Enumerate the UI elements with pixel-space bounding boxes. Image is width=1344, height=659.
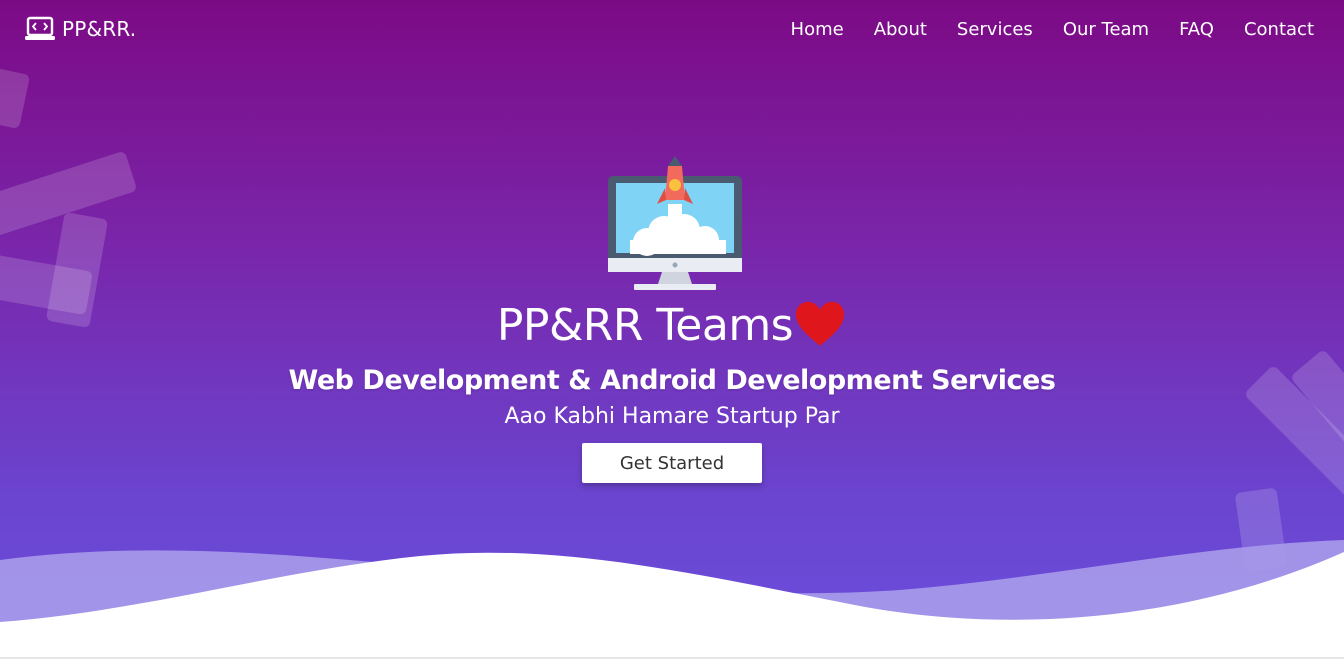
hero-tagline: Aao Kabhi Hamare Startup Par xyxy=(504,404,840,429)
nav-link-services[interactable]: Services xyxy=(957,19,1033,40)
nav-menu: Home About Services Our Team FAQ Contact xyxy=(791,19,1314,40)
nav-link-our-team[interactable]: Our Team xyxy=(1063,19,1149,40)
brand-link[interactable]: PP&RR. xyxy=(24,16,136,42)
hero-content: PP&RR Teams Web Development & Android De… xyxy=(0,150,1344,483)
nav-link-contact[interactable]: Contact xyxy=(1244,19,1314,40)
monitor-rocket-icon xyxy=(608,156,742,290)
heart-icon xyxy=(796,301,845,346)
brand-name: PP&RR. xyxy=(62,17,137,41)
nav-link-about[interactable]: About xyxy=(874,19,927,40)
top-navbar: PP&RR. Home About Services Our Team FAQ … xyxy=(0,0,1344,58)
nav-link-faq[interactable]: FAQ xyxy=(1179,19,1214,40)
hero-title: PP&RR Teams xyxy=(496,300,794,351)
get-started-button[interactable]: Get Started xyxy=(582,443,762,483)
laptop-code-icon xyxy=(25,16,55,40)
title-row: PP&RR Teams xyxy=(0,300,1344,351)
hero-subtitle: Web Development & Android Development Se… xyxy=(288,365,1056,396)
nav-link-home[interactable]: Home xyxy=(791,19,844,40)
